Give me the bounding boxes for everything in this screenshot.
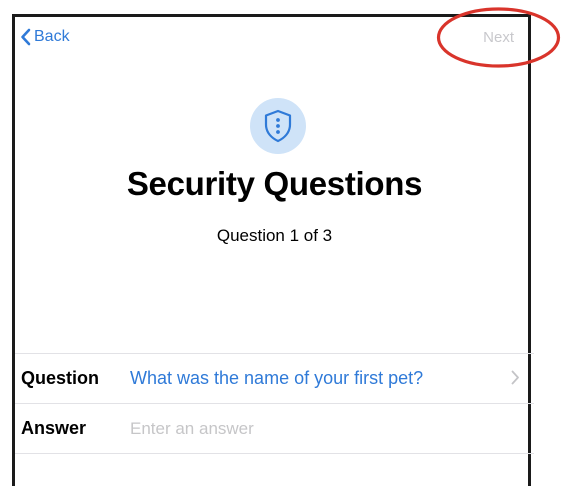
question-row[interactable]: Question What was the name of your first… xyxy=(15,353,534,403)
answer-row: Answer xyxy=(15,403,534,454)
chevron-left-icon xyxy=(21,28,31,46)
next-button[interactable]: Next xyxy=(483,29,514,46)
answer-label: Answer xyxy=(21,418,87,438)
chevron-right-icon xyxy=(511,370,519,385)
shield-icon xyxy=(264,109,292,143)
app-screen: Back Next Security Questions Question 1 … xyxy=(12,14,534,486)
back-button[interactable]: Back xyxy=(20,28,70,46)
question-label: Question xyxy=(21,368,100,388)
answer-input[interactable] xyxy=(130,418,534,439)
shield-badge xyxy=(250,98,306,154)
page-title: Security Questions xyxy=(126,165,423,202)
back-label: Back xyxy=(34,28,70,45)
question-value[interactable]: What was the name of your first pet? xyxy=(130,368,534,389)
question-progress: Question 1 of 3 xyxy=(216,226,333,245)
